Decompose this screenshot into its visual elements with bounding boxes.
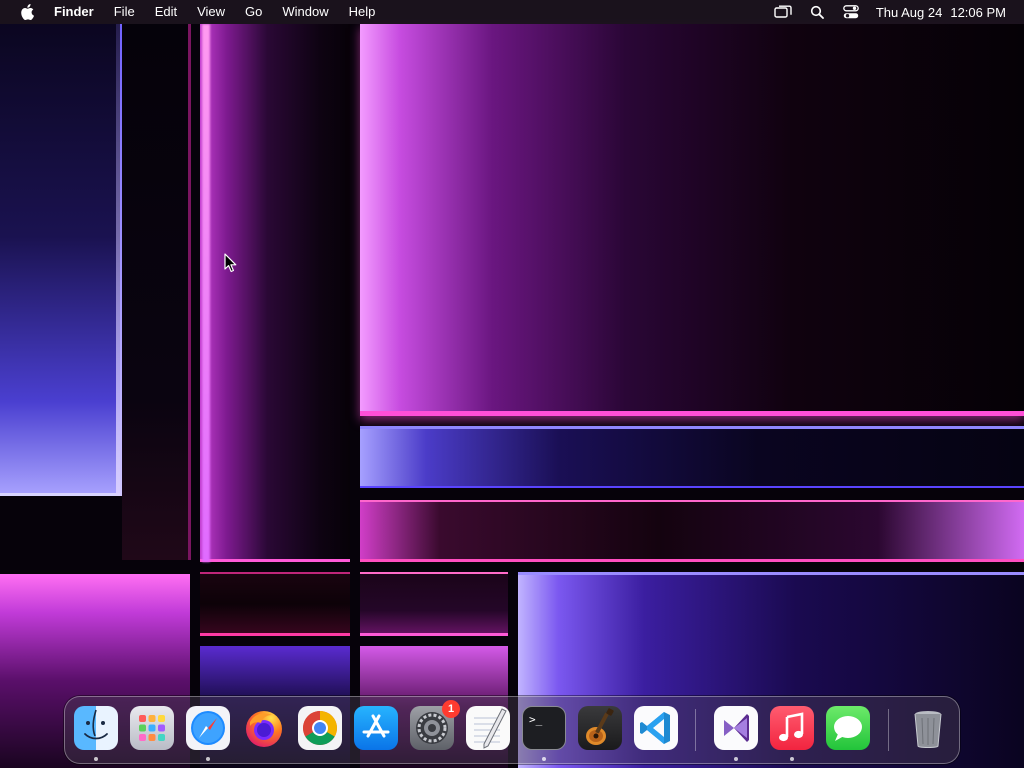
- spotlight-search-icon[interactable]: [807, 2, 827, 22]
- firefox-icon: [242, 706, 286, 750]
- menu-window[interactable]: Window: [272, 0, 338, 24]
- apple-menu-icon[interactable]: [18, 3, 36, 21]
- dock-app-system-settings[interactable]: 1: [410, 700, 460, 750]
- wallpaper-panel: [360, 24, 1024, 416]
- notification-badge: 1: [442, 700, 460, 718]
- vscode-icon: [634, 706, 678, 750]
- textedit-icon: [466, 706, 510, 750]
- mouse-pointer-icon: [224, 253, 238, 273]
- running-indicator: [542, 757, 546, 761]
- chrome-icon: [298, 706, 342, 750]
- clock-time: 12:06 PM: [950, 4, 1006, 20]
- dock-app-textedit[interactable]: [466, 706, 510, 750]
- wallpaper-panel: [360, 500, 1024, 562]
- dock-app-music[interactable]: [770, 706, 814, 750]
- menu-bar: Finder File Edit View Go Window Help Thu…: [0, 0, 1024, 24]
- running-indicator: [734, 757, 738, 761]
- messages-icon: [826, 706, 870, 750]
- desktop-wallpaper: [0, 0, 1024, 768]
- menu-app-name[interactable]: Finder: [52, 0, 104, 24]
- clock-date: Thu Aug 24: [875, 4, 943, 20]
- terminal-icon: >_: [522, 706, 566, 750]
- control-center-icon[interactable]: [841, 2, 861, 22]
- launchpad-icon: [130, 706, 174, 750]
- dock-app-safari[interactable]: [186, 706, 230, 750]
- music-icon: [770, 706, 814, 750]
- running-indicator: [206, 757, 210, 761]
- screen-mirroring-icon[interactable]: [773, 2, 793, 22]
- wallpaper-panel: [0, 24, 122, 496]
- wallpaper-panel: [360, 426, 1024, 488]
- menu-view[interactable]: View: [187, 0, 235, 24]
- dock-separator: [695, 709, 696, 751]
- dock-app-firefox[interactable]: [242, 706, 286, 750]
- dock-app-visual-studio[interactable]: [714, 706, 758, 750]
- wallpaper-panel: [200, 24, 350, 562]
- dock-app-trash[interactable]: [906, 706, 950, 750]
- wallpaper-panel: [122, 24, 191, 560]
- trash-icon: [906, 706, 950, 750]
- menu-go[interactable]: Go: [235, 0, 272, 24]
- dock-separator: [888, 709, 889, 751]
- menu-edit[interactable]: Edit: [145, 0, 187, 24]
- garageband-icon: [578, 706, 622, 750]
- app-store-icon: [354, 706, 398, 750]
- dock: 1 >_: [64, 696, 960, 764]
- dock-app-finder[interactable]: [74, 706, 118, 750]
- dock-app-launchpad[interactable]: [130, 706, 174, 750]
- dock-app-vscode[interactable]: [634, 706, 678, 750]
- dock-app-garageband[interactable]: [578, 706, 622, 750]
- dock-app-messages[interactable]: [826, 706, 870, 750]
- dock-app-chrome[interactable]: [298, 706, 342, 750]
- menu-bar-clock[interactable]: Thu Aug 24 12:06 PM: [876, 5, 1006, 20]
- safari-icon: [186, 706, 230, 750]
- menu-file[interactable]: File: [104, 0, 145, 24]
- finder-icon: [74, 706, 118, 750]
- running-indicator: [94, 757, 98, 761]
- menu-help[interactable]: Help: [339, 0, 386, 24]
- dock-app-app-store[interactable]: [354, 706, 398, 750]
- terminal-prompt: >_: [529, 713, 543, 726]
- wallpaper-panel: [360, 572, 508, 636]
- wallpaper-panel: [200, 572, 350, 636]
- running-indicator: [790, 757, 794, 761]
- visual-studio-icon: [714, 706, 758, 750]
- dock-app-terminal[interactable]: >_: [522, 706, 566, 750]
